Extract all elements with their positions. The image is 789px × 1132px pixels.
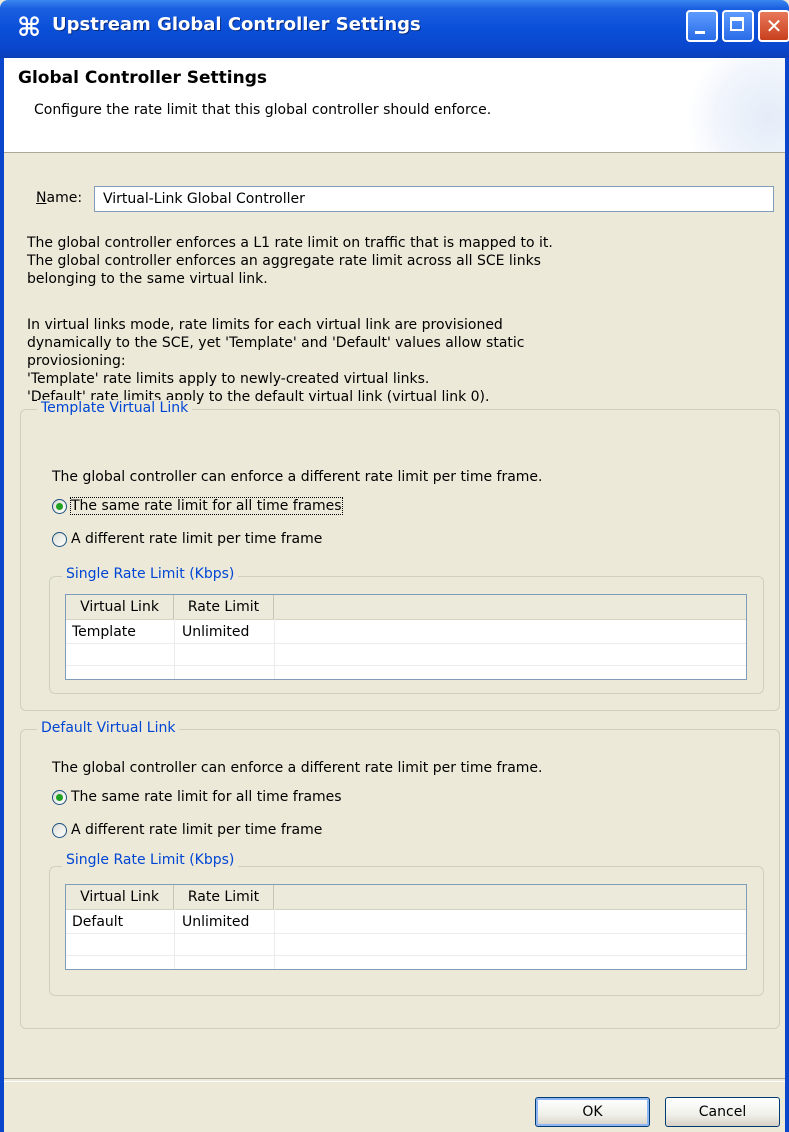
info-line: dynamically to the SCE, yet 'Template' a…: [27, 335, 525, 351]
cancel-button[interactable]: Cancel: [665, 1097, 780, 1127]
default-radio-different[interactable]: A different rate limit per time frame: [52, 822, 322, 838]
table-cell-virtual-link[interactable]: Template: [66, 622, 174, 642]
column-divider: [174, 619, 175, 679]
template-group-description: The global controller can enforce a diff…: [52, 469, 543, 485]
table-header: Virtual Link Rate Limit: [66, 885, 746, 910]
info-line: 'Template' rate limits apply to newly-cr…: [27, 371, 430, 387]
info-line: In virtual links mode, rate limits for e…: [27, 317, 503, 333]
column-header-rate-limit[interactable]: Rate Limit: [174, 885, 274, 909]
default-sub-legend: Single Rate Limit (Kbps): [62, 852, 239, 868]
row-divider: [66, 665, 746, 666]
name-label-mnemonic: N: [36, 190, 47, 206]
row-divider: [66, 643, 746, 644]
default-rate-table[interactable]: Virtual Link Rate Limit Default Unlimite…: [65, 884, 747, 970]
footer-separator: [4, 1078, 785, 1082]
radio-unchecked-icon[interactable]: [52, 822, 67, 838]
info-line: proviosioning:: [27, 353, 126, 369]
window-frame-left: [0, 58, 4, 1132]
minimize-button[interactable]: [686, 10, 718, 42]
info-paragraph-1: The global controller enforces a L1 rate…: [27, 234, 553, 288]
default-radio-same[interactable]: The same rate limit for all time frames: [52, 789, 342, 805]
info-line: The global controller enforces a L1 rate…: [27, 235, 553, 251]
template-radio-different[interactable]: A different rate limit per time frame: [52, 531, 322, 547]
template-radio-different-label[interactable]: A different rate limit per time frame: [71, 531, 322, 547]
close-button[interactable]: [758, 10, 789, 42]
title-bar[interactable]: ⌘ Upstream Global Controller Settings: [0, 0, 789, 58]
maximize-button[interactable]: [722, 10, 754, 42]
settings-dialog: ⌘ Upstream Global Controller Settings Gl…: [0, 0, 789, 1132]
column-divider: [174, 909, 175, 969]
default-group-legend: Default Virtual Link: [37, 720, 180, 736]
table-cell-rate-limit[interactable]: Unlimited: [176, 912, 276, 932]
header-description: Configure the rate limit that this globa…: [34, 102, 492, 118]
radio-checked-icon[interactable]: [52, 789, 67, 805]
info-line: belonging to the same virtual link.: [27, 271, 268, 287]
default-radio-same-label[interactable]: The same rate limit for all time frames: [71, 789, 342, 805]
row-divider: [66, 933, 746, 934]
name-input[interactable]: [94, 186, 774, 212]
column-header-virtual-link[interactable]: Virtual Link: [66, 885, 174, 909]
template-sub-legend: Single Rate Limit (Kbps): [62, 566, 239, 582]
info-paragraph-2: In virtual links mode, rate limits for e…: [27, 316, 525, 406]
template-group-legend: Template Virtual Link: [37, 400, 193, 416]
table-header: Virtual Link Rate Limit: [66, 595, 746, 620]
ok-button[interactable]: OK: [535, 1097, 650, 1127]
radio-unchecked-icon[interactable]: [52, 531, 67, 547]
window-title: Upstream Global Controller Settings: [52, 14, 421, 35]
column-header-virtual-link[interactable]: Virtual Link: [66, 595, 174, 619]
template-radio-same[interactable]: The same rate limit for all time frames: [52, 497, 343, 515]
row-divider: [66, 955, 746, 956]
default-group-description: The global controller can enforce a diff…: [52, 760, 543, 776]
header-title: Global Controller Settings: [18, 68, 268, 88]
default-radio-different-label[interactable]: A different rate limit per time frame: [71, 822, 322, 838]
template-radio-same-label[interactable]: The same rate limit for all time frames: [70, 497, 343, 515]
name-label-rest: ame:: [46, 190, 83, 206]
radio-checked-icon[interactable]: [52, 498, 67, 514]
column-header-rate-limit[interactable]: Rate Limit: [174, 595, 274, 619]
dialog-header: Global Controller Settings Configure the…: [4, 58, 785, 153]
template-rate-table[interactable]: Virtual Link Rate Limit Template Unlimit…: [65, 594, 747, 680]
table-cell-rate-limit[interactable]: Unlimited: [176, 622, 276, 642]
app-icon: ⌘: [16, 13, 42, 43]
info-line: The global controller enforces an aggreg…: [27, 253, 541, 269]
window-frame-right: [785, 58, 789, 1132]
name-label: Name:: [36, 190, 82, 206]
table-cell-virtual-link[interactable]: Default: [66, 912, 174, 932]
